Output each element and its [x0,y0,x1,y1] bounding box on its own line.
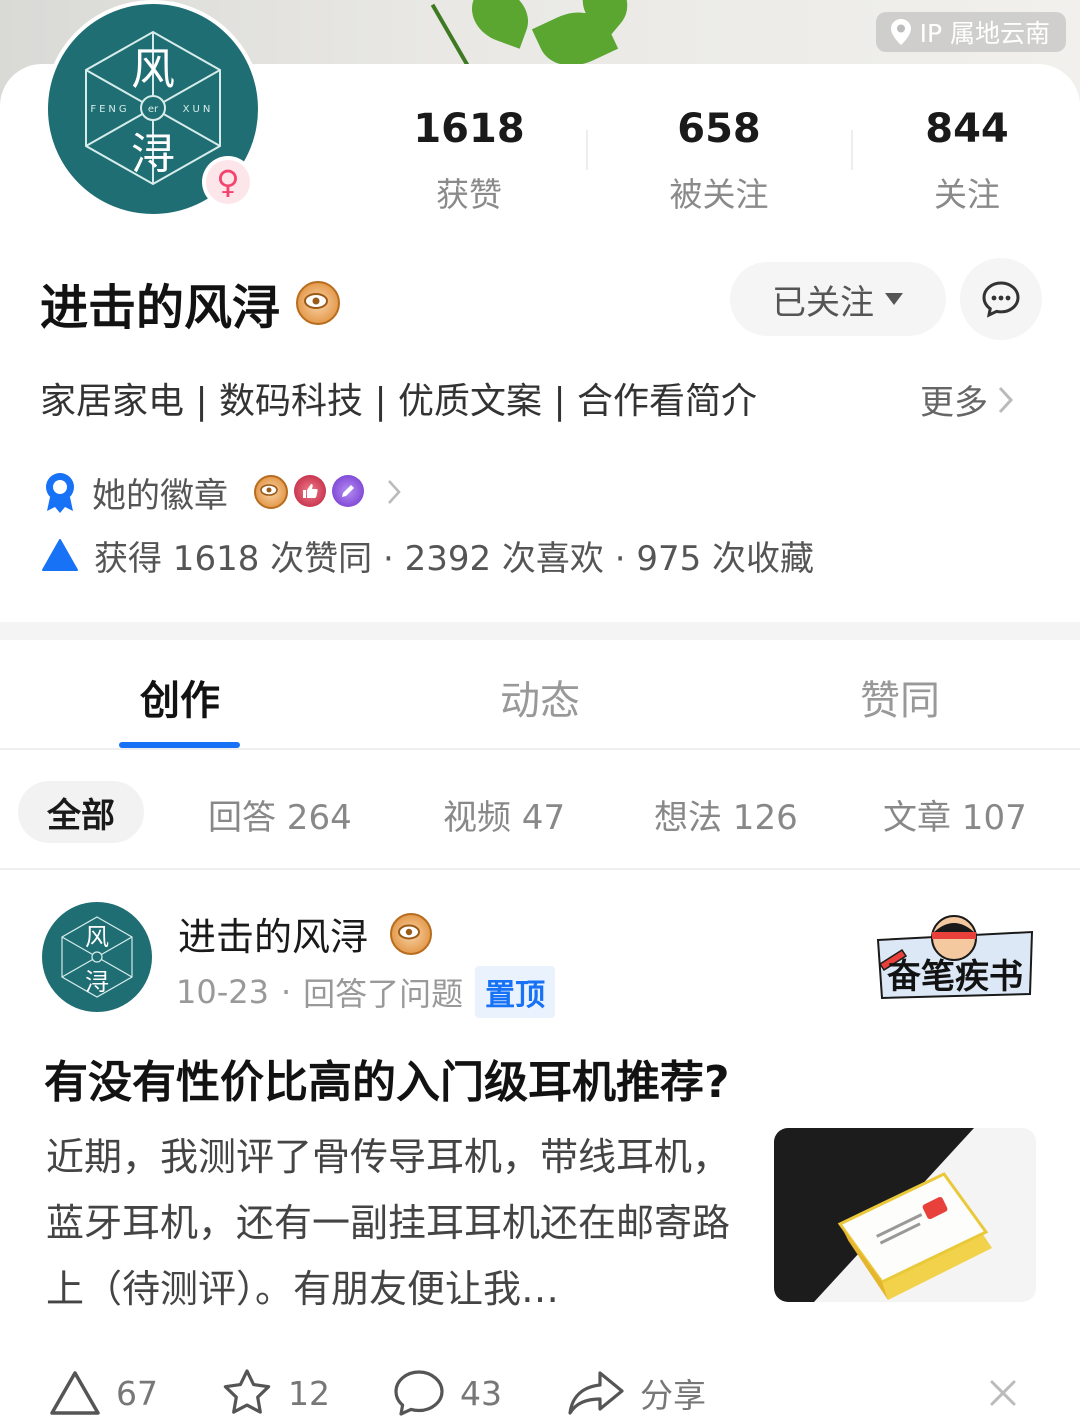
comment-bubble-icon [394,1370,444,1416]
thumbs-up-badge-icon [294,475,326,507]
badge-label: 她的徽章 [92,475,228,516]
stat-followers[interactable]: 658 被关注 [619,106,819,216]
svg-text:er: er [148,104,159,115]
female-icon: ♀ [206,160,250,204]
question-title[interactable]: 有没有性价比高的入门级耳机推荐? [44,1046,730,1110]
post-action: 回答了问题 [303,975,464,1013]
message-button[interactable] [960,258,1042,340]
divider [0,868,1080,870]
tab-activity[interactable]: 动态 [420,668,660,726]
stat-value: 658 [677,106,761,152]
filter-videos[interactable]: 视频 47 [443,790,565,839]
location-pin-icon [890,19,911,45]
svg-text:XUN: XUN [183,104,214,115]
post-author-avatar[interactable]: 风 浔 [42,902,152,1012]
upvote-button[interactable]: 67 [48,1368,158,1418]
likes-summary-text: 获得 1618 次赞同 · 2392 次喜欢 · 975 次收藏 [94,538,815,579]
caret-down-icon [885,293,903,305]
eye-badge-icon [254,475,288,509]
divider [0,748,1080,750]
stat-following[interactable]: 844 关注 [867,106,1067,216]
ip-location-label: IP 属地云南 [919,19,1050,48]
profile-name: 进击的风浔 [40,280,281,336]
post-date: 10-23 [176,973,269,1011]
stat-label: 被关注 [669,175,769,214]
favorite-count: 12 [288,1373,330,1413]
more-label: 更多 [920,383,988,423]
filter-all[interactable]: 全部 [18,781,144,843]
share-label: 分享 [640,1376,706,1415]
share-button[interactable]: 分享 [566,1368,706,1418]
share-arrow-icon [568,1371,624,1415]
dismiss-button[interactable] [986,1376,1020,1414]
answer-excerpt[interactable]: 近期，我测评了骨传导耳机，带线耳机，蓝牙耳机，还有一副挂耳耳机还在邮寄路上（待测… [46,1124,752,1322]
avatar-logo: 风 浔 [61,916,133,998]
svg-text:浔: 浔 [85,968,109,996]
pen-badge-icon [332,475,364,507]
stat-label: 获赞 [436,175,502,214]
svg-text:奋笔疾书: 奋笔疾书 [887,957,1023,997]
stat-value: 1618 [413,106,525,152]
filter-articles[interactable]: 文章 107 [883,790,1027,839]
gender-badge: ♀ [202,156,254,208]
post-author-name: 进击的风浔 [178,915,369,959]
medal-icon [46,473,74,513]
close-icon [990,1380,1016,1406]
stat-label: 关注 [934,175,1000,214]
eye-badge-icon [390,912,433,955]
star-icon [223,1369,271,1414]
upvote-count: 67 [116,1373,158,1413]
section-separator [0,622,1080,640]
follow-button[interactable]: 已关注 [730,262,946,336]
comment-button[interactable]: 43 [392,1368,502,1418]
follow-button-label: 已关注 [772,282,874,323]
pinned-badge: 置顶 [475,966,556,1018]
divider [586,130,588,170]
upvote-triangle-icon [50,1371,100,1415]
svg-text:FENG: FENG [90,104,129,115]
divider [851,130,853,170]
svg-text:风: 风 [131,44,175,95]
profile-name-row: 进击的风浔 [40,268,341,338]
chat-bubble-icon [982,281,1020,318]
stat-likes[interactable]: 1618 获赞 [369,106,569,216]
more-link[interactable]: 更多 [920,375,1016,424]
sticker-image: 奋笔疾书 [872,910,1038,1006]
ip-location-badge: IP 属地云南 [875,12,1066,52]
upvote-triangle-icon [42,539,78,571]
svg-text:风: 风 [85,923,109,951]
answer-thumbnail[interactable] [774,1128,1036,1302]
tab-creation[interactable]: 创作 [60,668,300,726]
profile-tags: 家居家电 | 数码科技 | 优质文案 | 合作看简介 [40,381,758,422]
chevron-right-icon [388,480,401,504]
post-meta: 10-23 · 回答了问题 置顶 [176,966,556,1018]
tab-upvoted[interactable]: 赞同 [780,668,1020,726]
comment-count: 43 [460,1373,502,1413]
meta-dot: · [280,973,292,1011]
filter-answers[interactable]: 回答 264 [208,790,352,839]
badge-row[interactable]: 她的徽章 [40,468,404,516]
favorite-button[interactable]: 12 [220,1368,330,1418]
stat-value: 844 [925,106,1009,152]
chevron-right-icon [998,386,1014,413]
filter-thoughts[interactable]: 想法 126 [654,790,798,839]
likes-summary: 获得 1618 次赞同 · 2392 次喜欢 · 975 次收藏 [40,530,814,580]
plant-leaf [463,0,537,49]
eye-badge-icon [296,281,341,325]
svg-text:浔: 浔 [131,129,175,180]
post-author-row[interactable]: 进击的风浔 [178,906,433,961]
